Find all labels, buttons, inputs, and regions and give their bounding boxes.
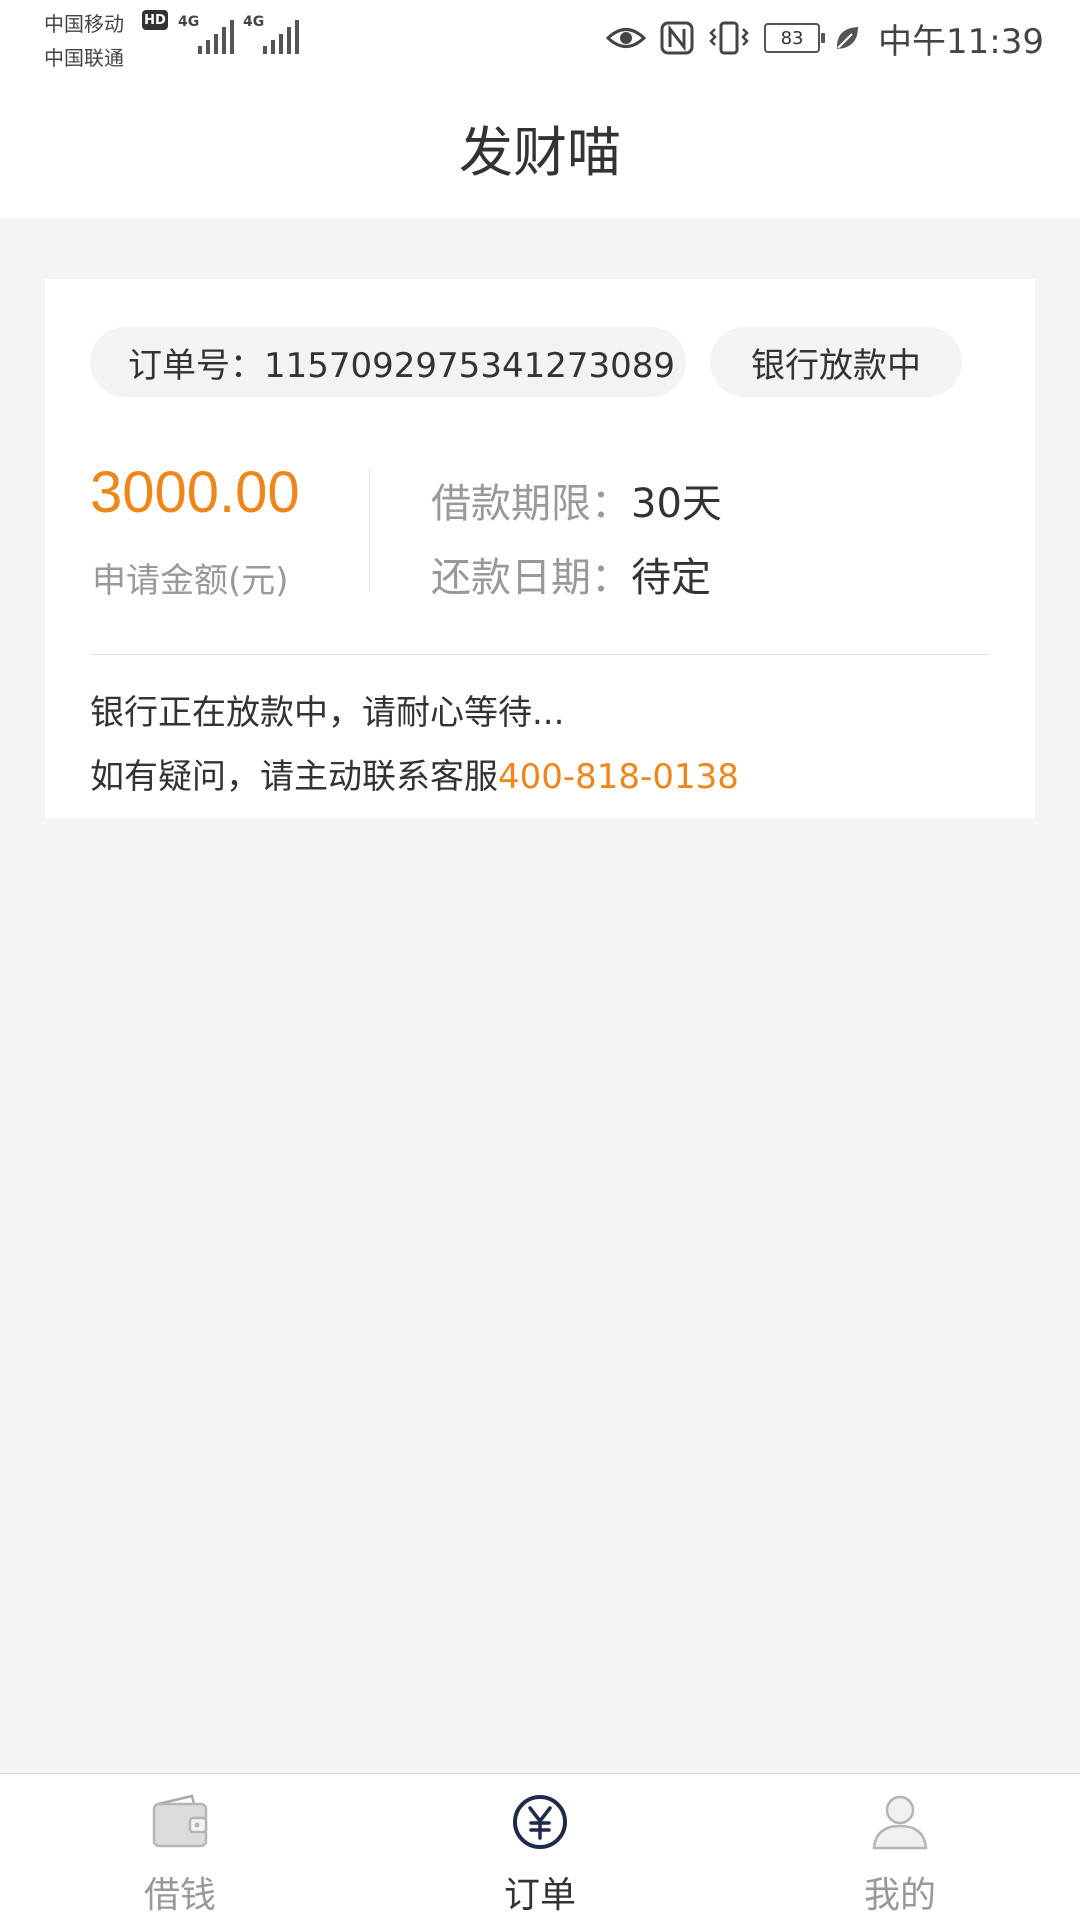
contact-message-text: 如有疑问，请主动联系客服	[90, 757, 498, 797]
loan-term-row: 借款期限：30天	[431, 471, 722, 529]
order-number-pill: 订单号：1157092975341273089	[90, 327, 686, 397]
loan-term-label: 借款期限：	[431, 481, 631, 527]
carrier-1: 中国移动	[44, 12, 124, 36]
repay-date-row: 还款日期：待定	[431, 545, 711, 603]
wallet-icon	[152, 1794, 208, 1848]
status-bar: 中国移动 HD 中国联通 4G 4G 83 中午11:39	[0, 0, 1080, 80]
tab-orders[interactable]: 订单	[360, 1774, 720, 1921]
vibrate-icon	[709, 21, 749, 55]
service-phone-link[interactable]: 400-818-0138	[498, 757, 739, 797]
yen-icon	[513, 1795, 567, 1849]
divider-vertical	[369, 469, 370, 591]
loan-term-value: 30天	[631, 481, 722, 527]
order-status-pill: 银行放款中	[710, 327, 962, 397]
tab-borrow-label: 借钱	[143, 1875, 216, 1916]
battery-level: 83	[780, 27, 804, 49]
status-right: 83 中午11:39	[606, 10, 1044, 66]
network-type-1: 4G	[178, 14, 200, 30]
page-title: 发财喵	[459, 121, 621, 184]
loan-amount-label: 申请金额(元)	[92, 561, 289, 601]
tab-orders-label: 订单	[503, 1875, 576, 1916]
leaf-icon	[836, 27, 859, 49]
order-card[interactable]: 订单号：1157092975341273089 银行放款中 3000.00 申请…	[45, 279, 1035, 818]
signal-bars-2-icon	[263, 18, 299, 54]
eye-icon	[606, 28, 647, 48]
battery-icon: 83	[764, 23, 826, 53]
status-time: 中午11:39	[878, 21, 1044, 62]
order-status: 银行放款中	[751, 345, 921, 386]
network-type-2: 4G	[243, 14, 265, 30]
repay-date-label: 还款日期：	[431, 555, 631, 601]
signal-bars-1-icon	[198, 18, 234, 54]
nfc-icon	[660, 21, 694, 55]
carrier-2: 中国联通	[44, 46, 124, 70]
tab-borrow[interactable]: 借钱	[0, 1774, 360, 1921]
bottom-tab-bar: 借钱 订单 我的	[0, 1773, 1080, 1921]
repay-date-value: 待定	[631, 555, 711, 601]
user-icon	[872, 1795, 928, 1850]
order-number: 订单号：1157092975341273089	[128, 345, 676, 386]
divider-horizontal	[90, 654, 990, 655]
top-bar: 中国移动 HD 中国联通 4G 4G 83 中午11:39 发财喵	[0, 0, 1080, 218]
tab-mine[interactable]: 我的	[720, 1774, 1080, 1921]
loan-amount: 3000.00	[90, 460, 300, 525]
hd-badge: HD	[142, 10, 168, 30]
contact-message: 如有疑问，请主动联系客服400-818-0138	[90, 749, 739, 798]
status-message: 银行正在放款中，请耐心等待...	[90, 693, 565, 733]
tab-mine-label: 我的	[863, 1875, 936, 1916]
